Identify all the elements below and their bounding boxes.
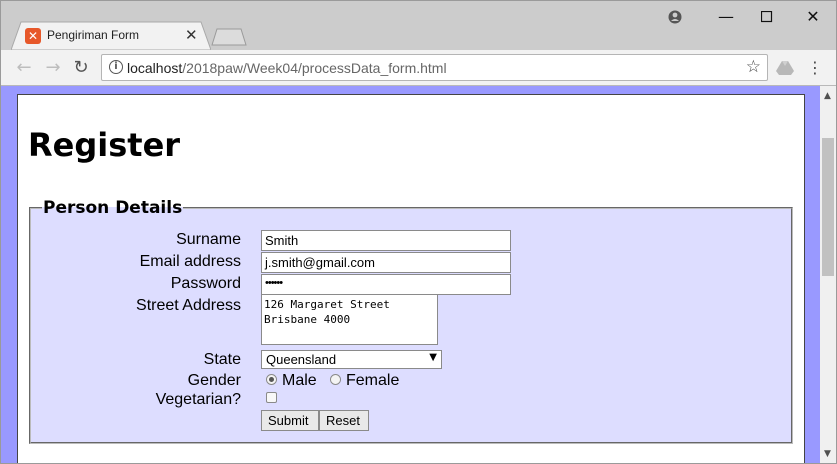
scroll-down-icon[interactable]: ▼ xyxy=(824,449,831,459)
url-path: /2018paw/Week04/processData_form.html xyxy=(182,60,447,76)
page-viewport: Register Person Details Surname Smith Em… xyxy=(1,86,820,463)
gender-label: Gender xyxy=(187,372,241,389)
scroll-up-icon[interactable]: ▲ xyxy=(824,91,831,101)
state-select[interactable]: Queensland ▼ xyxy=(261,350,442,369)
vegetarian-label: Vegetarian? xyxy=(155,391,241,408)
password-label: Password xyxy=(170,275,241,292)
close-window-button[interactable]: ✕ xyxy=(798,5,828,29)
maximize-icon xyxy=(760,10,773,23)
page-content: Register Person Details Surname Smith Em… xyxy=(17,94,805,463)
gender-male-label: Male xyxy=(282,372,317,389)
maximize-button[interactable] xyxy=(752,5,782,29)
gender-female-radio[interactable] xyxy=(330,374,341,385)
submit-button[interactable]: Submit xyxy=(261,410,319,431)
chevron-down-icon: ▼ xyxy=(429,352,437,363)
xampp-icon: ✕ xyxy=(25,28,41,44)
gender-female-label: Female xyxy=(346,372,400,389)
scrollbar-thumb[interactable] xyxy=(822,138,834,276)
reload-icon[interactable]: ↻ xyxy=(69,56,93,80)
url-host: localhost xyxy=(127,60,183,76)
info-icon[interactable]: i xyxy=(109,60,123,74)
password-input[interactable]: •••••• xyxy=(261,274,511,295)
email-input[interactable]: j.smith@gmail.com xyxy=(261,252,511,273)
browser-window: ✕ Pengiriman Form ✕ — ✕ ← → ↻ i localhos… xyxy=(0,0,837,464)
gender-male-radio[interactable] xyxy=(266,374,277,385)
browser-toolbar: ← → ↻ i localhost/2018paw/Week04/process… xyxy=(1,50,836,86)
state-selected-value: Queensland xyxy=(266,352,337,367)
vertical-scrollbar[interactable]: ▲ ▼ xyxy=(820,86,836,463)
tab-strip: ✕ Pengiriman Form ✕ — ✕ xyxy=(1,1,836,50)
profile-icon[interactable] xyxy=(663,5,687,29)
url-text: localhost/2018paw/Week04/processData_for… xyxy=(127,60,447,76)
email-label: Email address xyxy=(139,253,241,270)
back-arrow-icon[interactable]: ← xyxy=(12,56,36,80)
new-tab-button[interactable] xyxy=(211,28,247,46)
bookmark-star-icon[interactable]: ☆ xyxy=(746,57,761,77)
street-address-textarea[interactable]: 126 Margaret Street Brisbane 4000 xyxy=(261,294,438,345)
surname-label: Surname xyxy=(176,231,241,248)
menu-icon[interactable]: ⋮ xyxy=(803,56,827,80)
surname-input[interactable]: Smith xyxy=(261,230,511,251)
drive-icon-glyph xyxy=(776,61,794,75)
profile-icon-glyph xyxy=(668,10,682,24)
state-label: State xyxy=(203,351,241,368)
page-title: Register xyxy=(28,126,181,164)
drive-extension-icon[interactable] xyxy=(773,56,797,80)
tab-close-icon[interactable]: ✕ xyxy=(185,26,198,44)
address-bar[interactable]: i localhost/2018paw/Week04/processData_f… xyxy=(101,54,768,81)
street-address-label: Street Address xyxy=(136,297,241,314)
tab-title: Pengiriman Form xyxy=(47,28,140,42)
forward-arrow-icon[interactable]: → xyxy=(41,56,65,80)
reset-button[interactable]: Reset xyxy=(319,410,369,431)
vegetarian-checkbox[interactable] xyxy=(266,392,277,403)
minimize-button[interactable]: — xyxy=(706,5,746,29)
tab-pengiriman-form[interactable]: ✕ Pengiriman Form ✕ xyxy=(11,21,211,50)
fieldset-legend: Person Details xyxy=(43,198,183,218)
